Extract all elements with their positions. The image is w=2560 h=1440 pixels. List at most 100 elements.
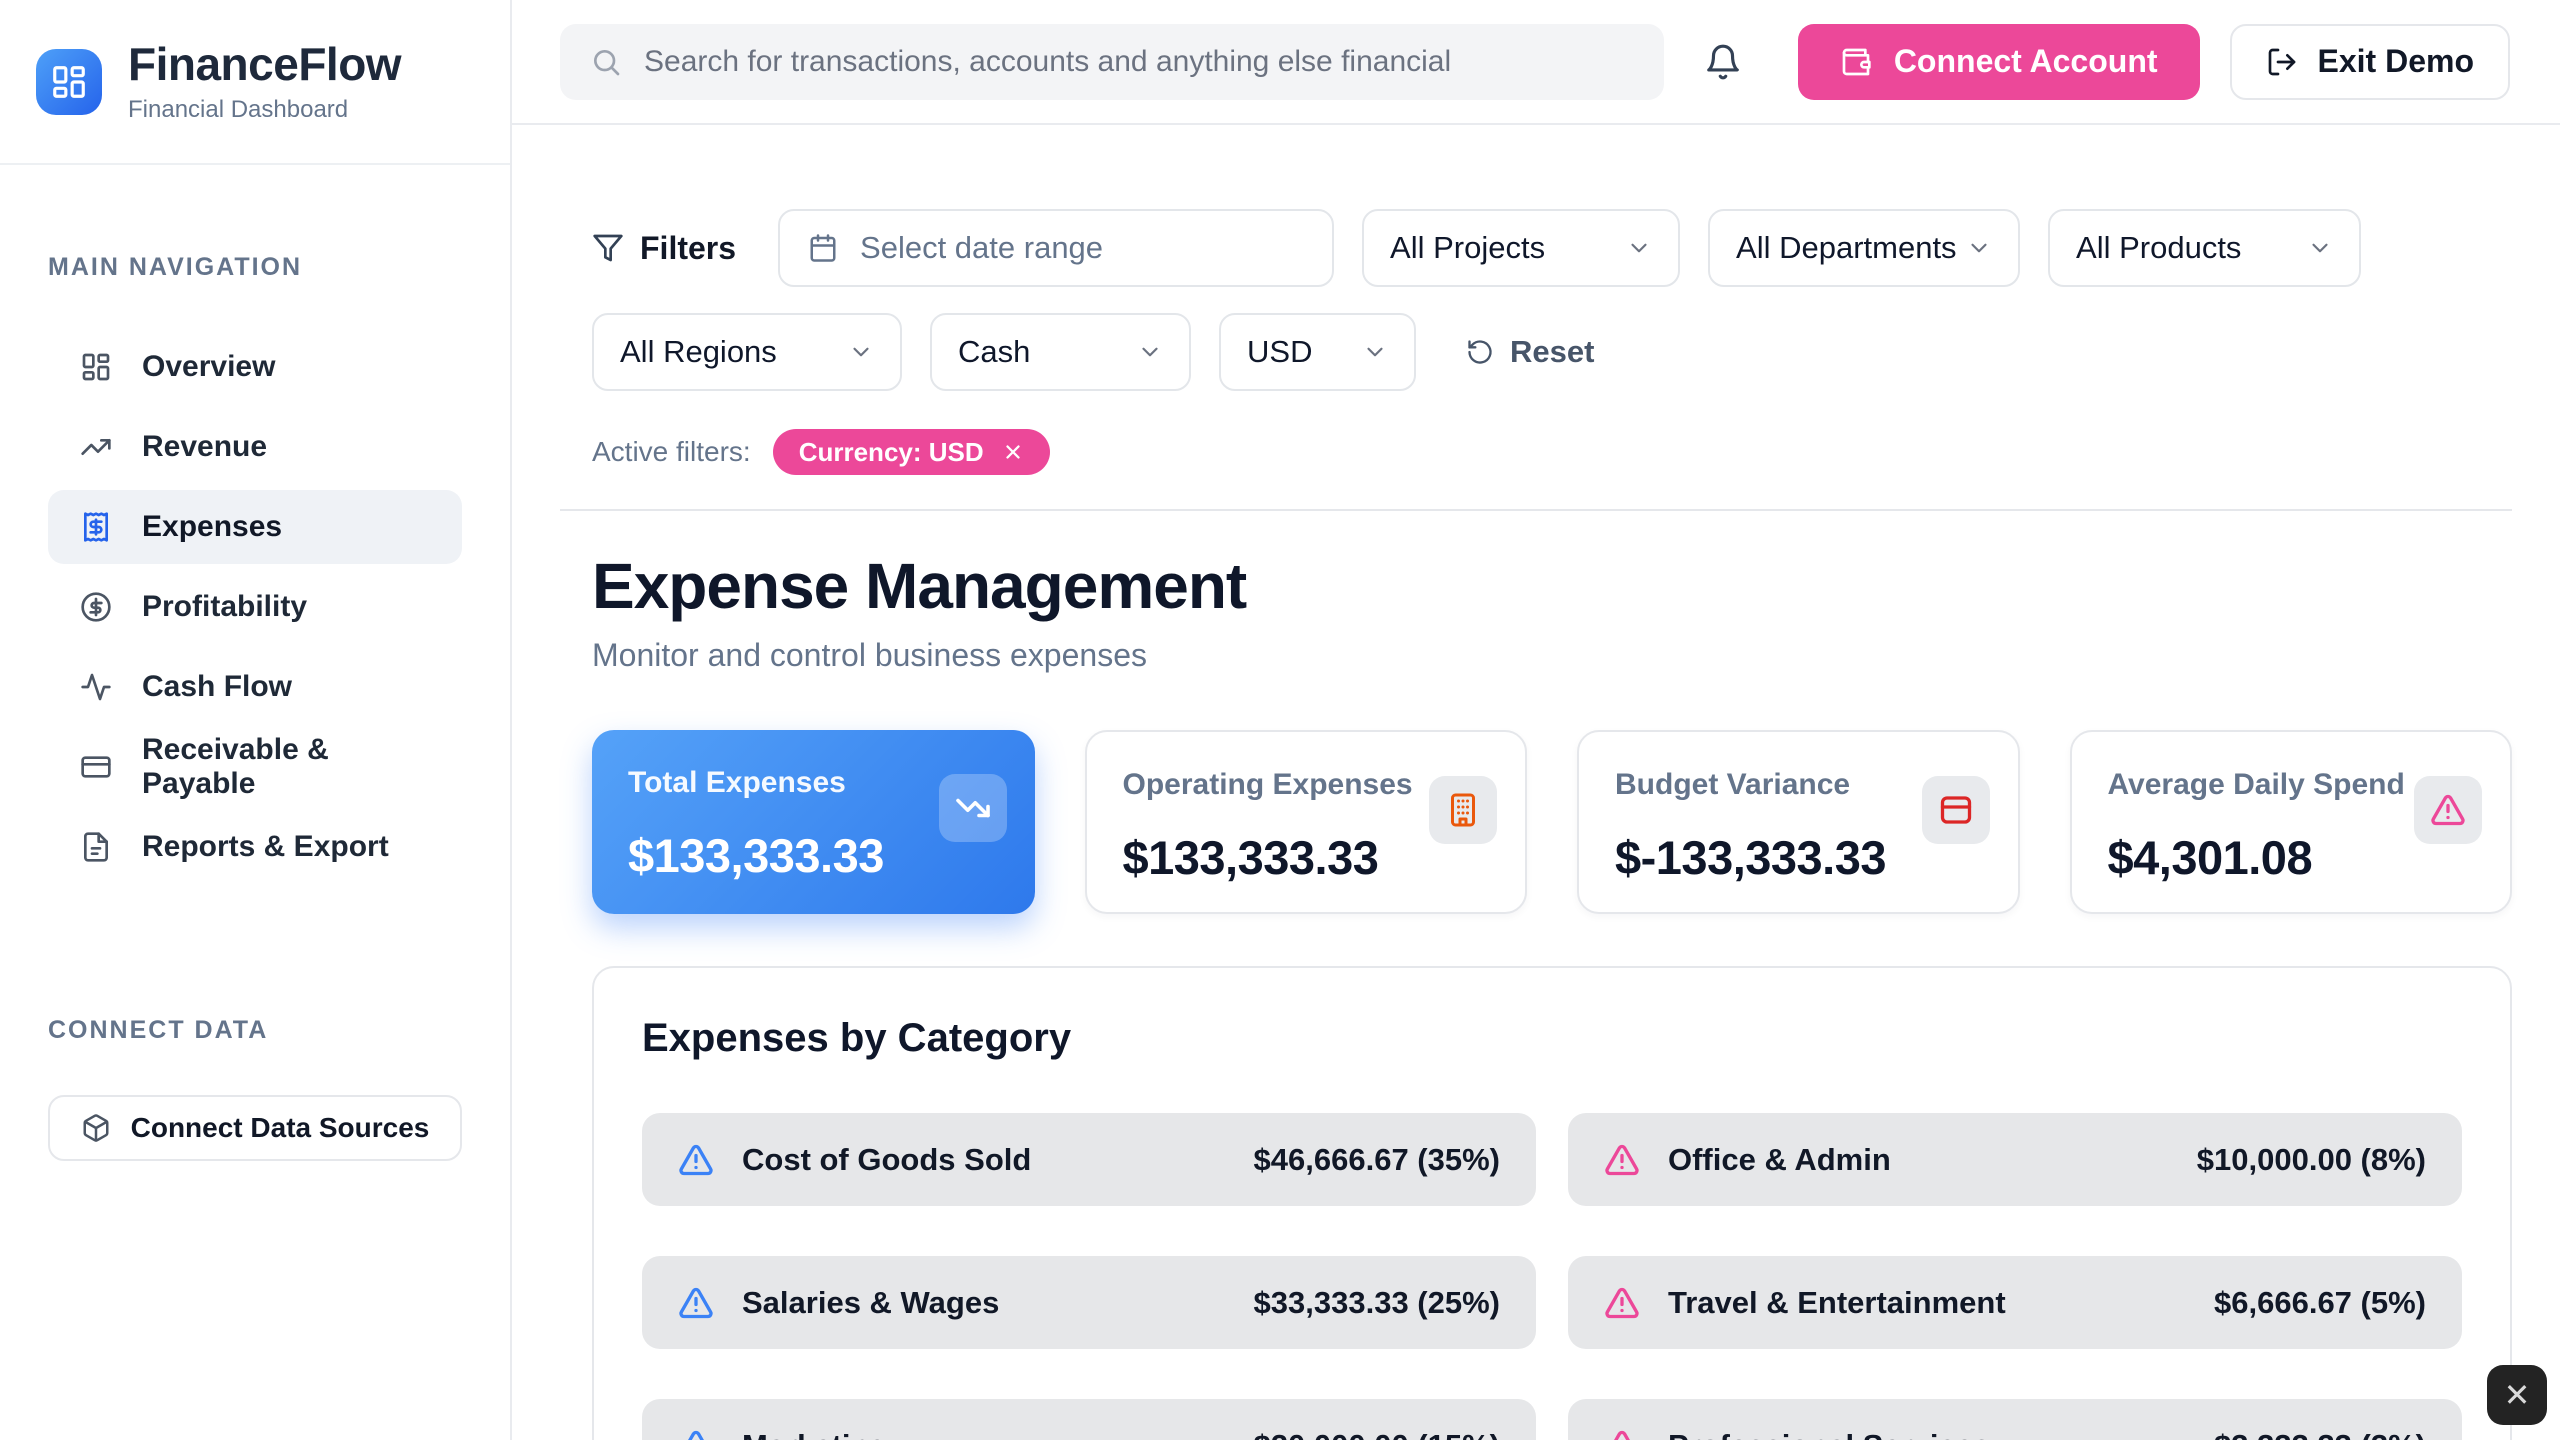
alert-triangle-icon: [2430, 792, 2466, 828]
brand-text: FinanceFlow Financial Dashboard: [128, 39, 401, 124]
currency-select[interactable]: USD: [1219, 313, 1416, 391]
account-type-select-value: Cash: [958, 334, 1030, 370]
sidebar-item-revenue[interactable]: Revenue: [48, 410, 462, 484]
projects-select[interactable]: All Projects: [1362, 209, 1680, 287]
sidebar-item-receivable-payable[interactable]: Receivable & Payable: [48, 730, 462, 804]
connect-data-sources-label: Connect Data Sources: [131, 1112, 430, 1144]
category-row-travel-entertainment[interactable]: Travel & Entertainment $6,666.67 (5%): [1568, 1256, 2462, 1349]
filters-row-1: Filters Select date range All Projects A…: [592, 209, 2512, 287]
trending-down-icon: [955, 790, 991, 826]
stat-icon-box: [939, 774, 1007, 842]
building-icon: [1445, 792, 1481, 828]
category-row-salaries-wages[interactable]: Salaries & Wages $33,333.33 (25%): [642, 1256, 1536, 1349]
chevron-down-icon: [1137, 339, 1163, 365]
products-select[interactable]: All Products: [2048, 209, 2361, 287]
reset-filters-label: Reset: [1510, 334, 1594, 370]
expenses-by-category-card: Expenses by Category Cost of Goods Sold …: [592, 966, 2512, 1440]
alert-triangle-icon: [1604, 1428, 1640, 1440]
sidebar-item-label: Cash Flow: [142, 670, 292, 704]
connect-account-label: Connect Account: [1894, 43, 2158, 80]
category-amount: $46,666.67 (35%): [1254, 1142, 1500, 1178]
exit-demo-label: Exit Demo: [2318, 43, 2474, 80]
content-area: Filters Select date range All Projects A…: [512, 125, 2560, 1440]
sidebar-item-cash-flow[interactable]: Cash Flow: [48, 650, 462, 724]
sidebar-item-reports-export[interactable]: Reports & Export: [48, 810, 462, 884]
main-area: Connect Account Exit Demo Filters Select…: [512, 0, 2560, 1440]
connect-account-button[interactable]: Connect Account: [1798, 24, 2200, 100]
rotate-ccw-icon: [1466, 338, 1494, 366]
trending-up-icon: [80, 431, 112, 463]
sidebar-item-label: Expenses: [142, 510, 282, 544]
search-input[interactable]: [644, 45, 1634, 79]
file-text-icon: [80, 831, 112, 863]
brand: FinanceFlow Financial Dashboard: [0, 0, 510, 165]
section-divider: [560, 509, 2512, 511]
expenses-by-category-list: Cost of Goods Sold $46,666.67 (35%) Offi…: [642, 1113, 2462, 1440]
dollar-circle-icon: [80, 591, 112, 623]
funnel-icon: [592, 232, 624, 264]
sidebar: FinanceFlow Financial Dashboard MAIN NAV…: [0, 0, 512, 1440]
connect-data-sources-button[interactable]: Connect Data Sources: [48, 1095, 462, 1161]
date-range-input[interactable]: Select date range: [778, 209, 1334, 287]
overlay-close-button[interactable]: ✕: [2487, 1365, 2547, 1425]
category-name: Office & Admin: [1668, 1142, 2169, 1178]
stat-card-total-expenses[interactable]: Total Expenses $133,333.33: [592, 730, 1035, 914]
category-row-office-admin[interactable]: Office & Admin $10,000.00 (8%): [1568, 1113, 2462, 1206]
main-navigation: Overview Revenue Expenses Profitability …: [48, 330, 462, 884]
sidebar-item-overview[interactable]: Overview: [48, 330, 462, 404]
category-row-professional-services[interactable]: Professional Services $3,333.33 (3%): [1568, 1399, 2462, 1440]
products-select-value: All Products: [2076, 230, 2241, 266]
sidebar-item-expenses[interactable]: Expenses: [48, 490, 462, 564]
date-range-placeholder: Select date range: [860, 230, 1103, 266]
departments-select[interactable]: All Departments: [1708, 209, 2020, 287]
account-type-select[interactable]: Cash: [930, 313, 1191, 391]
sidebar-item-label: Overview: [142, 350, 275, 384]
departments-select-value: All Departments: [1736, 230, 1957, 266]
stat-card-average-daily-spend[interactable]: Average Daily Spend $4,301.08: [2070, 730, 2513, 914]
exit-demo-button[interactable]: Exit Demo: [2230, 24, 2510, 100]
stat-icon-box: [1429, 776, 1497, 844]
category-name: Marketing: [742, 1428, 1226, 1440]
connect-section-header: CONNECT DATA: [48, 1016, 462, 1045]
category-row-marketing[interactable]: Marketing $20,000.00 (15%): [642, 1399, 1536, 1440]
notifications-button[interactable]: [1698, 37, 1748, 87]
sidebar-body: MAIN NAVIGATION Overview Revenue Expense…: [0, 165, 510, 1440]
filters-label-group: Filters: [592, 230, 736, 267]
log-out-icon: [2266, 46, 2298, 78]
chevron-down-icon: [2307, 235, 2333, 261]
page-subtitle: Monitor and control business expenses: [592, 637, 2512, 674]
currency-select-value: USD: [1247, 334, 1312, 370]
bell-icon: [1704, 43, 1742, 81]
stat-card-operating-expenses[interactable]: Operating Expenses $133,333.33: [1085, 730, 1528, 914]
app-logo-icon: [36, 49, 102, 115]
category-amount: $10,000.00 (8%): [2197, 1142, 2426, 1178]
sidebar-item-label: Receivable & Payable: [142, 733, 430, 801]
sidebar-item-profitability[interactable]: Profitability: [48, 570, 462, 644]
category-name: Cost of Goods Sold: [742, 1142, 1226, 1178]
category-amount: $33,333.33 (25%): [1254, 1285, 1500, 1321]
category-name: Professional Services: [1668, 1428, 2186, 1440]
category-row-cost-of-goods-sold[interactable]: Cost of Goods Sold $46,666.67 (35%): [642, 1113, 1536, 1206]
activity-icon: [80, 671, 112, 703]
category-amount: $3,333.33 (3%): [2214, 1428, 2426, 1440]
page-title: Expense Management: [592, 549, 2512, 623]
remove-filter-icon[interactable]: [1002, 441, 1024, 463]
filters-label: Filters: [640, 230, 736, 267]
stat-icon-box: [1922, 776, 1990, 844]
active-filters-row: Active filters: Currency: USD: [592, 429, 2512, 475]
topbar: Connect Account Exit Demo: [512, 0, 2560, 125]
stat-card-budget-variance[interactable]: Budget Variance $-133,333.33: [1577, 730, 2020, 914]
search-input-wrapper: [560, 24, 1664, 100]
active-filter-chip-currency[interactable]: Currency: USD: [773, 429, 1050, 475]
regions-select[interactable]: All Regions: [592, 313, 902, 391]
alert-triangle-icon: [678, 1428, 714, 1440]
nav-section-header: MAIN NAVIGATION: [48, 253, 462, 282]
reset-filters-button[interactable]: Reset: [1466, 334, 1594, 370]
search-icon: [590, 46, 622, 78]
category-name: Salaries & Wages: [742, 1285, 1226, 1321]
credit-card-icon: [80, 751, 112, 783]
active-filters-label: Active filters:: [592, 436, 751, 468]
active-filter-chip-label: Currency: USD: [799, 437, 984, 468]
calendar-icon: [808, 233, 838, 263]
regions-select-value: All Regions: [620, 334, 777, 370]
